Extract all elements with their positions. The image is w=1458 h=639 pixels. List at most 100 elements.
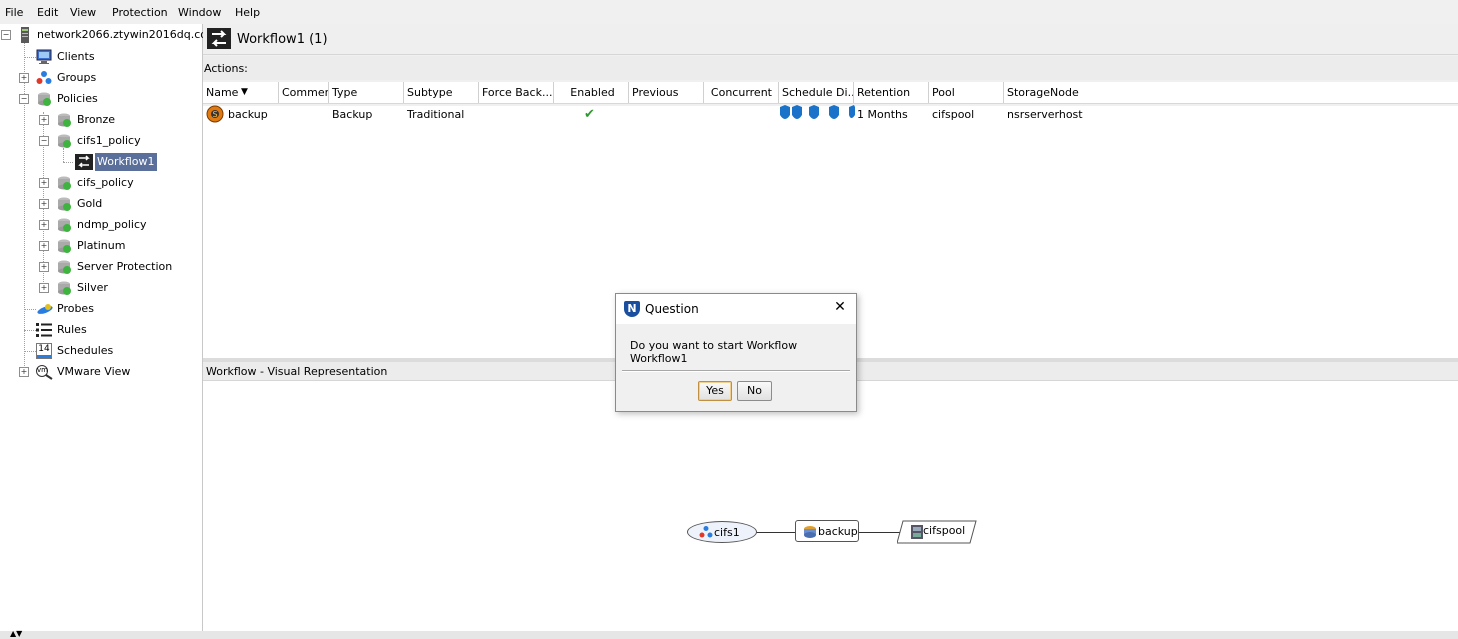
expand-icon[interactable]: +: [39, 283, 49, 293]
expand-icon[interactable]: +: [19, 367, 29, 377]
tree-item-label: VMware View: [57, 365, 131, 378]
dialog-title-bar: N Question ✕: [616, 294, 856, 324]
cell-enabled-check-icon: ✔: [584, 107, 595, 122]
menu-protection[interactable]: Protection: [112, 6, 168, 19]
cell-storage-node: nsrserverhost: [1007, 108, 1083, 121]
tree-item-label: Platinum: [77, 239, 126, 252]
groups-icon: [699, 525, 713, 547]
tree-item-workflow1[interactable]: Workflow1: [0, 153, 200, 171]
column-header-comment[interactable]: Comment: [279, 82, 329, 103]
column-header-pool[interactable]: Pool: [929, 82, 1004, 103]
workflow-node-label: cifspool: [923, 524, 966, 537]
tree-item-cifs1-policy[interactable]: − cifs1_policy: [0, 132, 200, 150]
tree-item-label: ndmp_policy: [77, 218, 147, 231]
collapse-icon[interactable]: −: [1, 30, 11, 40]
cell-subtype: Traditional: [407, 108, 465, 121]
page-title: Workflow1 (1): [237, 32, 328, 47]
tree-item-gold[interactable]: + Gold: [0, 195, 200, 213]
column-header-force-backup[interactable]: Force Back...: [479, 82, 554, 103]
expand-icon[interactable]: +: [39, 178, 49, 188]
tree-item-label: Gold: [77, 197, 103, 210]
yes-button[interactable]: Yes: [698, 381, 732, 401]
menu-window[interactable]: Window: [178, 6, 221, 19]
server-icon: [17, 27, 33, 43]
expand-icon[interactable]: +: [39, 241, 49, 251]
tree-item-clients[interactable]: Clients: [0, 48, 200, 66]
column-header-name[interactable]: Name ▼: [203, 82, 279, 103]
backup-action-icon: S: [206, 105, 224, 123]
tree-item-cifs-policy[interactable]: + cifs_policy: [0, 174, 200, 192]
policy-database-icon: [36, 91, 52, 107]
workflow-node-label: cifs1: [714, 526, 740, 539]
tree-item-label: Clients: [57, 50, 95, 63]
tree-item-platinum[interactable]: + Platinum: [0, 237, 200, 255]
cell-retention: 1 Months: [857, 108, 908, 121]
menu-help[interactable]: Help: [235, 6, 260, 19]
tree-item-label: cifs_policy: [77, 176, 134, 189]
workflow-connector: [756, 532, 796, 533]
tree-item-policies[interactable]: − Policies: [0, 90, 200, 108]
tree-item-label: Server Protection: [77, 260, 173, 273]
column-header-schedule-display[interactable]: Schedule Di...: [779, 82, 854, 103]
workflow-node-group[interactable]: cifs1: [687, 521, 757, 543]
expand-icon[interactable]: +: [39, 115, 49, 125]
backup-database-icon: [803, 525, 817, 547]
column-header-previous[interactable]: Previous: [629, 82, 704, 103]
column-header-retention[interactable]: Retention: [854, 82, 929, 103]
tree-item-label: Silver: [77, 281, 108, 294]
column-header-concurrent[interactable]: Concurrent: [704, 82, 779, 103]
tree-item-label: Bronze: [77, 113, 116, 126]
tree-item-label: Probes: [57, 302, 94, 315]
calendar-icon: 14: [36, 343, 52, 359]
workflow-node-label: backup: [818, 525, 858, 538]
menu-edit[interactable]: Edit: [37, 6, 58, 19]
resize-arrows-icon[interactable]: ▲▼: [10, 629, 22, 638]
vm-magnifier-icon: vm: [35, 364, 55, 380]
workflow-node-action[interactable]: backup: [795, 520, 859, 542]
monitor-icon: [36, 49, 52, 65]
schedule-shields-icon: [779, 105, 855, 123]
column-header-enabled[interactable]: Enabled: [554, 82, 629, 103]
tree-item-silver[interactable]: + Silver: [0, 279, 200, 297]
dialog-message: Do you want to start Workflow Workflow1: [630, 339, 798, 365]
no-button[interactable]: No: [737, 381, 772, 401]
expand-icon[interactable]: +: [39, 262, 49, 272]
column-header-label: Name: [206, 86, 239, 99]
tree-item-bronze[interactable]: + Bronze: [0, 111, 200, 129]
expand-icon[interactable]: +: [19, 73, 29, 83]
actions-bar: Actions:: [203, 56, 1458, 80]
tree-root[interactable]: − network2066.ztywin2016dq.com: [0, 26, 218, 44]
expand-icon[interactable]: +: [39, 220, 49, 230]
tree-item-rules[interactable]: Rules: [0, 321, 200, 339]
column-header-subtype[interactable]: Subtype: [404, 82, 479, 103]
collapse-icon[interactable]: −: [39, 136, 49, 146]
tree-item-schedules[interactable]: 14 Schedules: [0, 342, 200, 360]
workflow-icon: [207, 28, 231, 52]
calendar-icon-number: 14: [38, 344, 50, 354]
tree-item-server-protection[interactable]: + Server Protection: [0, 258, 200, 276]
tree-item-vmware-view[interactable]: + vm VMware View: [0, 363, 200, 381]
policy-database-icon: [56, 112, 72, 128]
collapse-icon[interactable]: −: [19, 94, 29, 104]
rules-list-icon: [36, 322, 52, 338]
probe-satellite-icon: [36, 301, 53, 317]
tree-item-ndmp-policy[interactable]: + ndmp_policy: [0, 216, 200, 234]
expand-icon[interactable]: +: [39, 199, 49, 209]
panel-title-bar: Workflow1 (1): [203, 24, 1458, 55]
column-header-type[interactable]: Type: [329, 82, 404, 103]
menu-view[interactable]: View: [70, 6, 96, 19]
networker-logo-icon: N: [624, 301, 640, 317]
question-dialog: N Question ✕ Do you want to start Workfl…: [615, 293, 857, 412]
column-header-storage-node[interactable]: StorageNode: [1004, 82, 1458, 103]
tree-item-probes[interactable]: Probes: [0, 300, 200, 318]
close-icon[interactable]: ✕: [832, 299, 848, 315]
tree-item-groups[interactable]: + Groups: [0, 69, 200, 87]
vm-icon-text: vm: [37, 366, 48, 374]
menu-file[interactable]: File: [5, 6, 23, 19]
tree-item-label: Policies: [57, 92, 98, 105]
cell-type: Backup: [332, 108, 373, 121]
workflow-header-label: Workflow - Visual Representation: [206, 365, 388, 378]
menu-bar: File Edit View Protection Window Help: [0, 0, 1458, 24]
tree-item-label: Schedules: [57, 344, 114, 357]
policy-database-icon: [56, 238, 72, 254]
